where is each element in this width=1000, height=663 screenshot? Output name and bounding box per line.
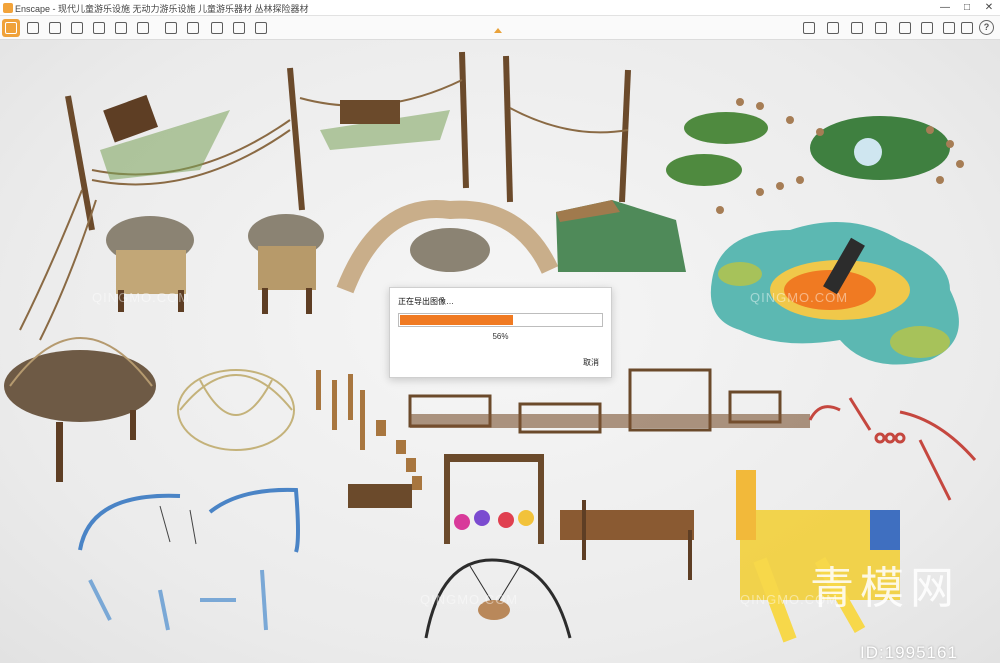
dialog-title: 正在导出图像… [398, 297, 454, 306]
vr-icon [255, 22, 267, 34]
capture-button[interactable] [918, 19, 936, 37]
view-button[interactable] [46, 19, 64, 37]
canopy-shelter [336, 200, 559, 294]
watermark-tile: QINGMO.COM [750, 290, 849, 305]
collab-icon [803, 22, 815, 34]
export-progress-dialog: 正在导出图像… 56% 取消 [389, 287, 612, 378]
web-icon [851, 22, 863, 34]
watermark-tile: QINGMO.COM [92, 290, 191, 305]
spider-net-dome [4, 337, 156, 482]
walk-button[interactable] [68, 19, 86, 37]
title-bar: Enscape - 现代儿童游乐设施 无动力游乐设施 儿童游乐器材 丛林探险器材… [0, 0, 1000, 16]
green-slope [556, 200, 686, 272]
blue-swing-set [78, 487, 300, 553]
minimize-button[interactable]: — [934, 0, 956, 16]
view-icon [49, 22, 61, 34]
atmosphere-button[interactable] [896, 19, 914, 37]
vr-button[interactable] [252, 19, 270, 37]
hut-2 [248, 214, 324, 314]
grass-mounds [666, 98, 964, 214]
help-button[interactable]: ? [979, 20, 994, 35]
walk-icon [71, 22, 83, 34]
batch-icon [187, 22, 199, 34]
watermark-brand: 青模网 [810, 563, 960, 614]
wood-bridge [560, 500, 694, 580]
progress-percent: 56% [492, 332, 509, 341]
cancel-button[interactable]: 取消 [583, 357, 599, 368]
maximize-button[interactable]: □ [956, 0, 978, 16]
monitor-icon [827, 22, 839, 34]
progress-bar [398, 313, 603, 327]
connect-button[interactable] [24, 19, 42, 37]
connect-icon [27, 22, 39, 34]
wood-panel [348, 484, 412, 508]
window-title: Enscape - 现代儿童游乐设施 无动力游乐设施 儿童游乐器材 丛林探险器材 [15, 4, 309, 14]
panorama-button[interactable] [230, 19, 248, 37]
enscape-logo-icon [3, 3, 13, 13]
watermark-tile: QINGMO.COM [420, 592, 519, 607]
climbing-dome [177, 369, 295, 451]
close-button[interactable]: ✕ [978, 0, 1000, 16]
settings-button[interactable] [90, 19, 108, 37]
panorama-icon [233, 22, 245, 34]
watermark-id: ID:1995161 [860, 643, 958, 662]
collab-button[interactable] [800, 19, 818, 37]
monitor-button[interactable] [824, 19, 842, 37]
render-icon [137, 22, 149, 34]
video-button[interactable] [208, 19, 226, 37]
home-button[interactable] [2, 19, 20, 37]
export-button[interactable] [162, 19, 180, 37]
collapse-chevron-icon[interactable] [494, 28, 502, 33]
atmosphere-icon [899, 22, 911, 34]
walkway [410, 414, 810, 428]
wood-swing-frame [444, 454, 544, 544]
wood-platform [340, 100, 400, 124]
feedback-button[interactable] [940, 19, 958, 37]
gear-icon [961, 22, 973, 34]
assets-icon [115, 22, 127, 34]
progress-fill [400, 315, 513, 325]
gear-button[interactable] [958, 19, 976, 37]
render-button[interactable] [134, 19, 152, 37]
red-climber [808, 397, 977, 501]
settings-icon [93, 22, 105, 34]
home-icon [5, 22, 17, 34]
feedback-icon [943, 22, 955, 34]
seesaw-equipment [88, 569, 268, 631]
video-icon [211, 22, 223, 34]
stepping-posts [316, 370, 422, 490]
image-icon [875, 22, 887, 34]
assets-button[interactable] [112, 19, 130, 37]
export-icon [165, 22, 177, 34]
web-button[interactable] [848, 19, 866, 37]
batch-button[interactable] [184, 19, 202, 37]
image-button[interactable] [872, 19, 890, 37]
capture-icon [921, 22, 933, 34]
